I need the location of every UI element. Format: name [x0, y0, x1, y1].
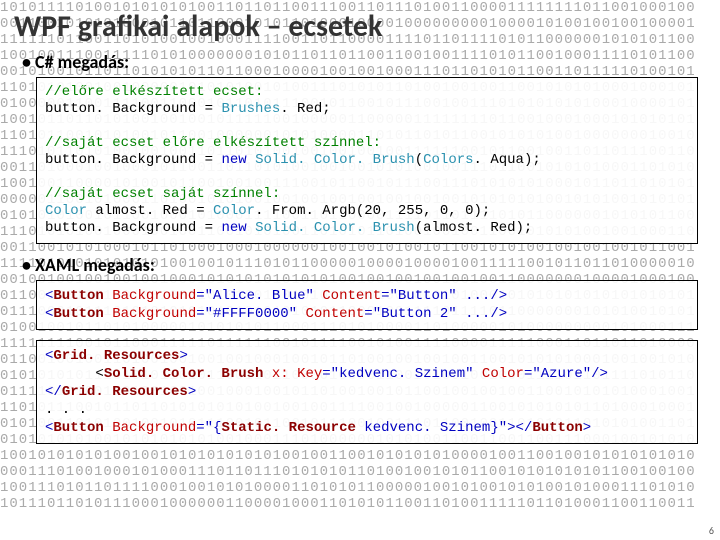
xaml-value: ="{ [196, 420, 221, 436]
code-comment: //saját ecset saját színnel: [45, 186, 280, 202]
code-text [263, 366, 271, 382]
xaml-attr: Color [482, 366, 524, 382]
code-type: Colors [423, 152, 473, 168]
section-label-csharp: C# megadás: [22, 51, 706, 73]
xaml-value: ="#FFFF0000" [196, 306, 297, 322]
xaml-bracket: > [188, 384, 196, 400]
code-text [104, 288, 112, 304]
slide-content: WPF grafikai alapok – ecsetek C# megadás… [0, 0, 720, 444]
code-type: Color [213, 203, 255, 219]
xaml-bracket: > [583, 420, 591, 436]
code-text: (almost. Red); [415, 220, 533, 236]
xaml-attr: Content [322, 288, 381, 304]
xaml-bracket: .../> [457, 306, 507, 322]
xaml-tag: Button [53, 288, 103, 304]
code-text: ( [415, 152, 423, 168]
xaml-tag: Button [53, 306, 103, 322]
code-text: button. Background = [45, 101, 221, 117]
xaml-tag: Grid. Resources [62, 384, 188, 400]
code-comment: //előre elkészített ecset: [45, 84, 263, 100]
xaml-value: ="Alice. Blue" [196, 288, 314, 304]
code-text: . From. Argb(20, 255, 0, 0); [255, 203, 490, 219]
xaml-bracket: </ [45, 384, 62, 400]
code-text: button. Background = [45, 220, 221, 236]
code-block-csharp: //előre elkészített ecset: button. Backg… [36, 77, 698, 244]
xaml-value: ="Button 2" [364, 306, 456, 322]
section-label-xaml: XAML megadás: [22, 254, 706, 276]
xaml-attr: Background [112, 420, 196, 436]
code-comment: //saját ecset előre elkészített színnel: [45, 135, 381, 151]
xaml-attr: Background [112, 288, 196, 304]
code-keyword: new [221, 152, 246, 168]
xaml-value: ="kedvenc. Szinem" [322, 366, 473, 382]
code-block-xaml-1: <Button Background="Alice. Blue" Content… [36, 280, 698, 330]
page-number: 6 [709, 524, 714, 537]
xaml-value: kedvenc. Szinem [356, 420, 490, 436]
code-text: . Red; [280, 101, 330, 117]
code-indent: < [45, 366, 104, 382]
xaml-value: ="Button" [381, 288, 457, 304]
code-text: almost. Red = [87, 203, 213, 219]
code-keyword: new [221, 220, 246, 236]
code-text [247, 152, 255, 168]
xaml-attr: Content [305, 306, 364, 322]
xaml-value: ="Azure" [524, 366, 591, 382]
xaml-tag: Grid. Resources [53, 348, 179, 364]
code-text: . Aqua); [474, 152, 541, 168]
xaml-bracket: /> [591, 366, 608, 382]
xaml-tag: Button [53, 420, 103, 436]
xaml-bracket: ></ [507, 420, 532, 436]
code-text [104, 306, 112, 322]
slide-title: WPF grafikai alapok – ecsetek [14, 8, 706, 45]
xaml-bracket: > [179, 348, 187, 364]
xaml-attr: Background [112, 306, 196, 322]
xaml-tag: Button [532, 420, 582, 436]
xaml-tag: Solid. Color. Brush [104, 366, 264, 382]
code-type: Solid. Color. Brush [255, 152, 415, 168]
code-type: Color [45, 203, 87, 219]
xaml-bracket: .../> [457, 288, 507, 304]
xaml-value: }" [490, 420, 507, 436]
code-block-xaml-2: <Grid. Resources> <Solid. Color. Brush x… [36, 340, 698, 444]
code-text [247, 220, 255, 236]
xaml-attr: x: Key [272, 366, 322, 382]
code-type: Solid. Color. Brush [255, 220, 415, 236]
code-text [474, 366, 482, 382]
code-text: button. Background = [45, 152, 221, 168]
xaml-ext: Static. Resource [221, 420, 355, 436]
code-text: . . . [45, 402, 87, 418]
code-type: Brushes [221, 101, 280, 117]
code-text [104, 420, 112, 436]
